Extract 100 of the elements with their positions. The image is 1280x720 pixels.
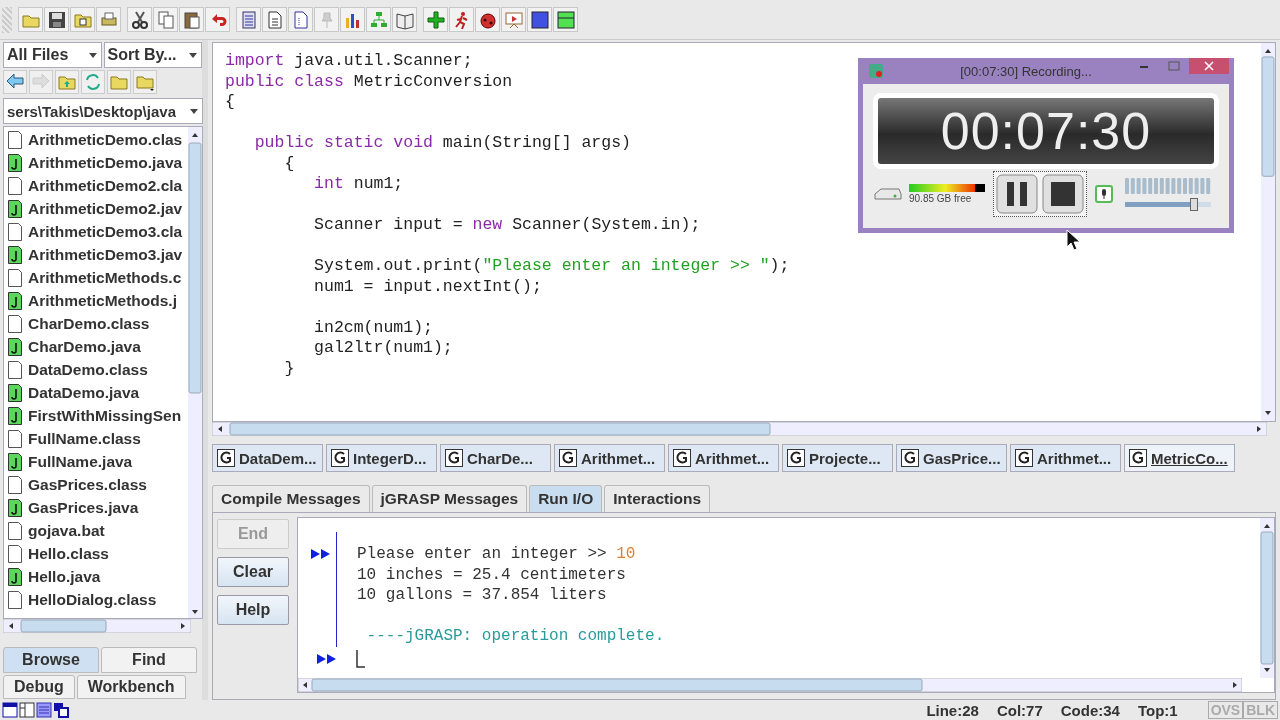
message-tab[interactable]: Interactions	[604, 485, 711, 512]
file-icon	[8, 222, 22, 241]
code-line: int num1;	[313, 174, 404, 195]
code-line: Scanner input = new Scanner(System.in);	[313, 215, 701, 236]
g-icon	[445, 449, 463, 467]
filter-dropdown[interactable]: All Files	[3, 42, 102, 68]
file-tab[interactable]: MetricCo...	[1124, 444, 1235, 472]
code-line: num1 = input.nextInt();	[313, 276, 542, 297]
horizontal-scrollbar[interactable]	[212, 422, 1267, 436]
file-item[interactable]: GasPrices.class	[4, 473, 188, 496]
file-tab[interactable]: Arithmet...	[668, 444, 779, 472]
dropdown-arrow-icon[interactable]	[88, 52, 97, 58]
output-line: Please enter an integer >> 10	[357, 545, 636, 564]
refresh-icon[interactable]	[83, 72, 103, 92]
square-icon[interactable]	[529, 9, 550, 30]
file-item[interactable]: CharDemo.class	[4, 312, 188, 335]
status-text: Top:1	[1137, 701, 1178, 719]
file-item[interactable]: HelloDialog.class	[4, 588, 188, 611]
windows-icon[interactable]	[53, 702, 69, 718]
hierarchy-icon[interactable]	[368, 9, 389, 30]
panel-tab[interactable]: Find	[101, 647, 197, 673]
run-io-button[interactable]: Clear	[217, 557, 289, 587]
status-text: Line:28	[926, 701, 979, 719]
file-item[interactable]: ArithmeticDemo3.cla	[4, 220, 188, 243]
vertical-scrollbar[interactable]	[1260, 518, 1274, 678]
file-tab[interactable]: CharDe...	[440, 444, 551, 472]
horizontal-scrollbar[interactable]	[298, 678, 1242, 692]
horizontal-scrollbar[interactable]	[3, 619, 191, 633]
file-item[interactable]: DataDemo.java	[4, 381, 188, 404]
file-item[interactable]: ArithmeticDemo2.jav	[4, 197, 188, 220]
copy-icon[interactable]	[155, 9, 176, 30]
output-line: ----jGRASP: operation complete.	[365, 627, 665, 646]
file-item[interactable]: ArithmeticMethods.c	[4, 266, 188, 289]
java-file-icon	[8, 383, 22, 402]
output-line: 10 gallons = 37.854 liters	[357, 586, 607, 605]
plus-icon[interactable]	[425, 9, 446, 30]
file-item[interactable]: FullName.class	[4, 427, 188, 450]
file-item[interactable]: ArithmeticMethods.j	[4, 289, 188, 312]
file-tab[interactable]: DataDem...	[212, 444, 323, 472]
code-line: public static void main(String[] args)	[253, 133, 631, 154]
java-file-icon	[8, 291, 22, 310]
file-tab[interactable]: Arithmet...	[554, 444, 665, 472]
file-item[interactable]: Hello.class	[4, 542, 188, 565]
window-icon[interactable]	[2, 702, 18, 718]
message-tab[interactable]: Compile Messages	[212, 485, 370, 512]
path-dropdown[interactable]: sers\Takis\Desktop\java	[3, 98, 203, 124]
panel-tab[interactable]: Workbench	[76, 675, 186, 699]
file-item[interactable]: CharDemo.java	[4, 335, 188, 358]
code-line: gal2ltr(num1);	[313, 338, 453, 359]
file-item[interactable]: GasPrices.java	[4, 496, 188, 519]
vertical-scrollbar[interactable]	[1261, 43, 1275, 421]
file-icon	[8, 544, 22, 563]
java-file-icon	[8, 199, 22, 218]
output-line: 10 inches = 25.4 centimeters	[357, 565, 626, 584]
app-icon	[869, 64, 883, 78]
file-item[interactable]: gojava.bat	[4, 519, 188, 542]
file-item[interactable]: ArithmeticDemo.clas	[4, 128, 188, 151]
file-tab[interactable]: Projecte...	[782, 444, 893, 472]
file-tab[interactable]: Arithmet...	[1010, 444, 1121, 472]
code-line: public class MetricConversion	[225, 71, 513, 92]
code-line: import java.util.Scanner;	[225, 51, 473, 72]
layout-icon[interactable]	[19, 702, 35, 718]
code-line: in2cm(num1);	[313, 317, 433, 338]
file-tab[interactable]: GasPrice...	[896, 444, 1007, 472]
file-item[interactable]: ArithmeticDemo2.cla	[4, 174, 188, 197]
file-item[interactable]: FullName.java	[4, 450, 188, 473]
cut-icon[interactable]	[129, 9, 150, 30]
panel-tab[interactable]: Debug	[3, 675, 75, 699]
message-tab[interactable]: jGRASP Messages	[371, 485, 528, 512]
close-icon[interactable]	[1189, 58, 1229, 74]
stop-button[interactable]	[1042, 174, 1084, 214]
timer-display: 00:07:30	[940, 101, 1152, 161]
file-icon	[8, 176, 22, 195]
toolbar-grip[interactable]	[2, 6, 12, 33]
save-icon[interactable]	[46, 9, 67, 30]
message-tab[interactable]: Run I/O	[529, 485, 603, 512]
file-item[interactable]: ArithmeticDemo.java	[4, 151, 188, 174]
sort-dropdown[interactable]: Sort By...	[103, 42, 202, 68]
code-line: }	[283, 358, 295, 379]
panel-tab[interactable]: Browse	[3, 647, 99, 673]
pause-button[interactable]	[996, 174, 1038, 214]
file-item[interactable]: ArithmeticDemo3.jav	[4, 243, 188, 266]
file-icon	[8, 521, 22, 540]
dropdown-arrow-icon[interactable]	[190, 108, 198, 114]
dropdown-arrow-icon[interactable]	[189, 52, 197, 58]
file-item[interactable]: FirstWithMissingSen	[4, 404, 188, 427]
prompt-arrows-icon	[311, 549, 331, 560]
microphone-icon[interactable]	[1095, 185, 1113, 203]
java-file-icon	[8, 337, 22, 356]
file-item[interactable]: Hello.java	[4, 565, 188, 588]
run-io-button[interactable]: Help	[217, 595, 289, 625]
code-line: System.out.print("Please enter an integer >> ");	[313, 256, 790, 277]
vertical-scrollbar[interactable]	[188, 127, 202, 618]
paste-icon[interactable]	[181, 9, 202, 30]
status-text: Col:77	[996, 701, 1043, 719]
status-text: Code:34	[1060, 701, 1120, 719]
java-file-icon	[8, 245, 22, 264]
presentation-icon[interactable]	[503, 9, 524, 30]
file-tab[interactable]: IntegerD...	[326, 444, 437, 472]
file-item[interactable]: DataDemo.class	[4, 358, 188, 381]
